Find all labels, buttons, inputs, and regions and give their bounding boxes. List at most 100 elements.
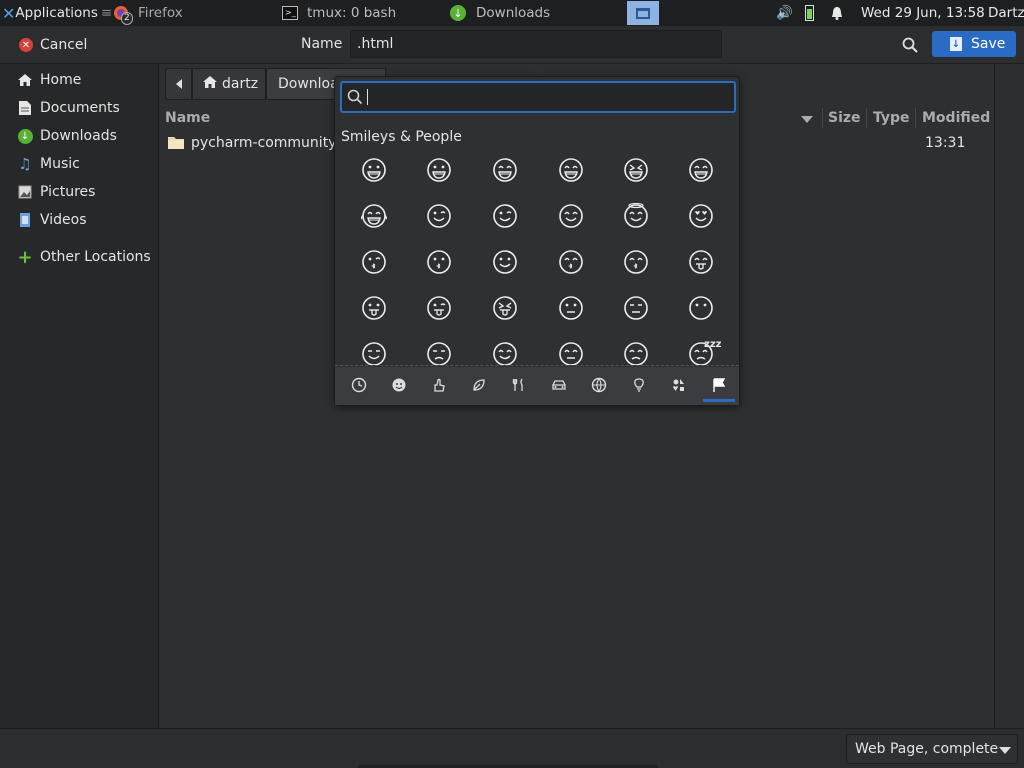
chevron-left-icon (175, 79, 182, 89)
emoji-face-icon (493, 342, 517, 365)
video-icon (17, 212, 33, 228)
clock[interactable]: Wed 29 Jun, 13:58 (861, 0, 985, 26)
sidebar-item-other-locations[interactable]: + Other Locations (0, 243, 158, 271)
emoji-cell[interactable] (424, 339, 454, 365)
file-type-dropdown[interactable]: Web Page, complete (846, 734, 1018, 764)
column-header-size[interactable]: Size (828, 110, 861, 126)
sidebar-item-pictures[interactable]: Pictures (0, 178, 158, 206)
firefox-label: Firefox (138, 5, 183, 21)
emoji-cell[interactable] (556, 247, 586, 277)
emoji-category-body[interactable] (427, 375, 451, 395)
sidebar-label-documents: Documents (40, 100, 120, 116)
filename-value: .html (357, 36, 394, 52)
emoji-face-icon (427, 250, 451, 274)
save-button[interactable]: ↓ Save (932, 31, 1016, 57)
battery-level (805, 5, 814, 21)
emoji-cell[interactable] (621, 155, 651, 185)
emoji-category-food[interactable] (507, 375, 531, 395)
emoji-cell[interactable] (424, 293, 454, 323)
places-sidebar: Home Documents ↓ Downloads ♫ Music Pictu… (0, 64, 159, 768)
emoji-cell[interactable] (621, 247, 651, 277)
search-button[interactable] (896, 33, 924, 57)
emoji-cell[interactable] (686, 201, 716, 231)
filename-field[interactable]: .html (350, 30, 722, 58)
emoji-face-icon (427, 204, 451, 228)
path-home-button[interactable]: dartz (192, 68, 266, 100)
emoji-cell[interactable] (359, 339, 389, 365)
sidebar-item-documents[interactable]: Documents (0, 94, 158, 122)
emoji-cell[interactable] (424, 247, 454, 277)
emoji-cell[interactable] (556, 201, 586, 231)
music-icon: ♫ (18, 155, 32, 173)
emoji-face-icon (493, 158, 517, 182)
notification-bell-icon[interactable] (830, 0, 846, 26)
emoji-category-smileys[interactable] (387, 375, 411, 395)
emoji-cell[interactable] (621, 339, 651, 365)
emoji-cell[interactable] (686, 155, 716, 185)
emoji-cell[interactable] (556, 293, 586, 323)
emoji-cell[interactable] (556, 339, 586, 365)
sidebar-item-home[interactable]: Home (0, 66, 158, 94)
cancel-button[interactable]: ✕ Cancel (13, 32, 103, 58)
volume-icon[interactable]: 🔊 (776, 0, 796, 26)
sidebar-item-music[interactable]: ♫ Music (0, 150, 158, 178)
battery-icon[interactable] (805, 0, 819, 26)
column-header-modified[interactable]: Modified (922, 110, 990, 126)
sidebar-item-videos[interactable]: Videos (0, 206, 158, 234)
applications-menu[interactable]: ✕ Applications ≡ (2, 0, 112, 26)
sleep-zzz-mark: zzz (704, 339, 722, 350)
emoji-face-icon (689, 296, 713, 320)
emoji-cell[interactable] (621, 201, 651, 231)
emoji-cell[interactable] (424, 201, 454, 231)
emoji-face-icon (689, 250, 713, 274)
sidebar-label-music: Music (40, 156, 80, 172)
emoji-search-field[interactable] (340, 81, 736, 113)
emoji-category-travel[interactable] (547, 375, 571, 395)
emoji-face-icon (493, 250, 517, 274)
emoji-cell[interactable] (490, 339, 520, 365)
emoji-cell[interactable] (490, 247, 520, 277)
emoji-cell[interactable] (359, 155, 389, 185)
emoji-cell[interactable] (621, 293, 651, 323)
emoji-category-symbols[interactable] (667, 375, 691, 395)
emoji-cell[interactable] (490, 201, 520, 231)
sidebar-label-pictures: Pictures (40, 184, 96, 200)
emoji-cell[interactable] (359, 247, 389, 277)
sort-arrow-icon[interactable] (801, 116, 813, 123)
emoji-category-flags[interactable] (703, 375, 735, 402)
workspace-switcher[interactable] (627, 1, 659, 25)
emoji-face-icon (360, 204, 388, 228)
taskbar-tmux[interactable]: >_ tmux: 0 bash (282, 0, 442, 26)
file-name: pycharm-community- (191, 135, 342, 151)
search-icon (902, 37, 918, 53)
home-icon (17, 72, 33, 88)
sidebar-item-downloads[interactable]: ↓ Downloads (0, 122, 158, 150)
column-header-name[interactable]: Name (165, 110, 210, 126)
emoji-face-icon (624, 296, 648, 320)
emoji-cell[interactable] (686, 293, 716, 323)
taskbar-firefox[interactable]: 2 Firefox (112, 0, 272, 26)
menu-separator-icon: ≡ (100, 5, 113, 21)
emoji-cell[interactable] (424, 155, 454, 185)
emoji-category-nature[interactable] (467, 375, 491, 395)
emoji-cell[interactable] (490, 293, 520, 323)
emoji-category-activities[interactable] (587, 375, 611, 395)
emoji-face-icon (362, 296, 386, 320)
emoji-category-objects[interactable] (627, 375, 651, 395)
save-label: Save (971, 36, 1006, 52)
emoji-cell[interactable] (490, 155, 520, 185)
emoji-category-recent[interactable] (347, 375, 371, 395)
emoji-cell[interactable] (556, 155, 586, 185)
chevron-down-icon (999, 747, 1011, 754)
emoji-category-bar (335, 367, 739, 405)
objects-icon (634, 378, 644, 392)
user-menu[interactable]: Dartz (988, 0, 1024, 26)
path-back-button[interactable] (165, 68, 192, 100)
document-icon (17, 100, 33, 116)
emoji-cell[interactable] (686, 247, 716, 277)
emoji-face-icon (624, 202, 648, 228)
emoji-cell[interactable] (359, 293, 389, 323)
emoji-cell[interactable] (359, 201, 389, 231)
taskbar-downloads[interactable]: ↓ Downloads (450, 0, 620, 26)
column-header-type[interactable]: Type (873, 110, 910, 126)
